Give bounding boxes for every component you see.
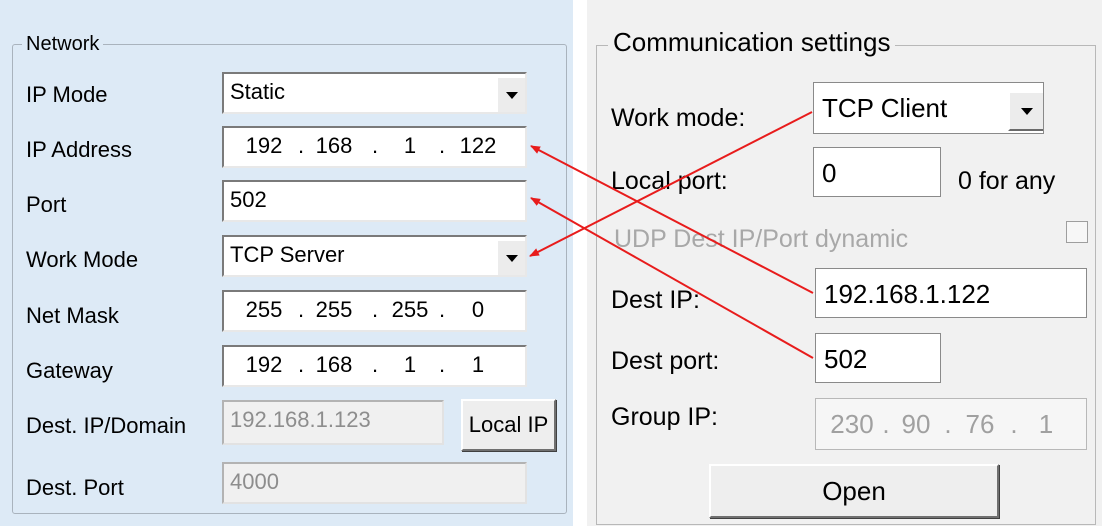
- annotation-arrows: [529, 111, 814, 359]
- arrow-work-mode: [529, 111, 813, 257]
- arrow-dest-port: [530, 197, 814, 359]
- arrow-dest-ip: [530, 145, 814, 294]
